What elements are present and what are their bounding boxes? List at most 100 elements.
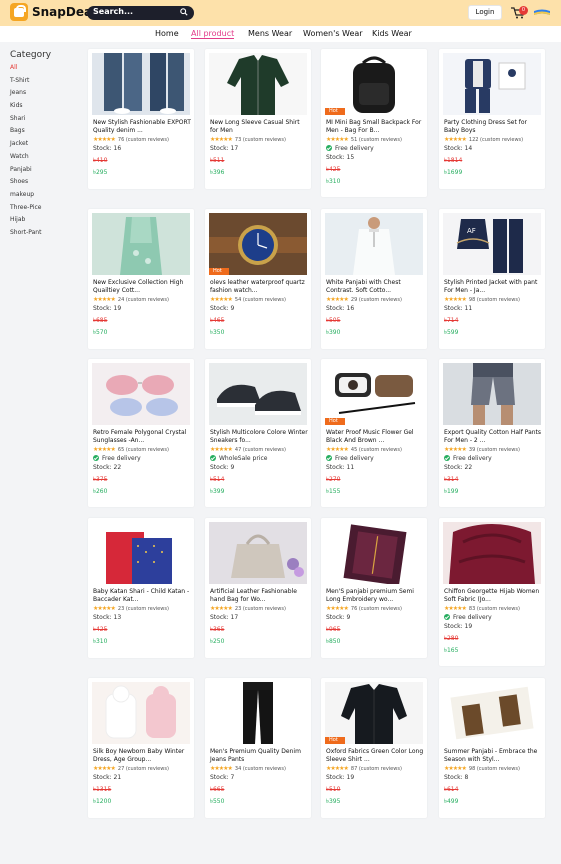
category-item[interactable]: Hijab <box>10 214 80 227</box>
search-icon[interactable] <box>180 8 188 16</box>
product-title[interactable]: New Long Sleeve Casual Shirt for Men <box>210 119 308 135</box>
product-image[interactable]: AF <box>443 213 541 275</box>
product-card[interactable]: Stylish Multicolore Colore Winter Sneake… <box>205 359 311 507</box>
product-image[interactable] <box>209 682 307 744</box>
product-card[interactable]: Men'S panjabi premium Semi Long Embroide… <box>321 518 427 658</box>
product-image[interactable] <box>443 682 541 744</box>
product-title[interactable]: MI Mini Bag Small Backpack For Men - Bag… <box>326 119 424 135</box>
product-title[interactable]: White Panjabi with Chest Contrast. Soft … <box>326 279 424 295</box>
product-card[interactable]: Hot Oxford Fabrics Green Color Long Sleev… <box>321 678 427 818</box>
product-image[interactable] <box>325 522 423 584</box>
category-item[interactable]: Watch <box>10 151 80 164</box>
product-title[interactable]: Men's Premium Quality Denim Jeans Pants <box>210 748 308 764</box>
category-item[interactable]: Kids <box>10 100 80 113</box>
product-image[interactable] <box>92 363 190 425</box>
product-image[interactable] <box>92 213 190 275</box>
product-card[interactable]: Silk Boy Newborn Baby Winter Dress, Age … <box>88 678 194 818</box>
product-title[interactable]: Summer Panjabi - Embrace the Season with… <box>444 748 542 764</box>
product-card[interactable]: Hot Water Proof Music Flower Gel Black An… <box>321 359 427 507</box>
category-item[interactable]: Bags <box>10 125 80 138</box>
original-price: ৳510 <box>326 786 341 793</box>
product-title[interactable]: Silk Boy Newborn Baby Winter Dress, Age … <box>93 748 191 764</box>
product-title[interactable]: Water Proof Music Flower Gel Black And B… <box>326 429 424 445</box>
product-image[interactable] <box>443 522 541 584</box>
product-card[interactable]: New Exclusive Collection High Quailtiey … <box>88 209 194 349</box>
review-count: 51 (custom reviews) <box>350 137 402 143</box>
product-image[interactable] <box>92 522 190 584</box>
product-title[interactable]: Export Quality Cotton Half Pants For Men… <box>444 429 542 445</box>
product-card[interactable]: Retro Female Polygonal Crystal Sunglasse… <box>88 359 194 507</box>
nav-home[interactable]: Home <box>155 29 179 38</box>
category-item[interactable]: Shari <box>10 113 80 126</box>
category-item[interactable]: All <box>10 62 80 75</box>
rating-row: ★★★★★ 47 (custom reviews) <box>210 446 310 454</box>
product-card[interactable]: Hot MI Mini Bag Small Backpack For Men - … <box>321 49 427 197</box>
rating-row: ★★★★★ 39 (custom reviews) <box>444 446 544 454</box>
original-price: ৳514 <box>210 476 225 483</box>
product-title[interactable]: New Stylish Fashionable EXPORT Quality d… <box>93 119 191 135</box>
product-image[interactable]: Hot <box>209 213 307 275</box>
original-price: ৳1315 <box>93 786 112 793</box>
product-image[interactable]: Hot <box>325 53 423 115</box>
category-item[interactable]: Jacket <box>10 138 80 151</box>
product-card[interactable]: New Stylish Fashionable EXPORT Quality d… <box>88 49 194 189</box>
category-item[interactable]: Panjabi <box>10 164 80 177</box>
product-image[interactable] <box>209 522 307 584</box>
category-item[interactable]: makeup <box>10 189 80 202</box>
sale-price: ৳1699 <box>444 169 463 176</box>
product-image[interactable] <box>443 363 541 425</box>
search-input[interactable]: Search... <box>93 7 133 16</box>
product-title[interactable]: olevs leather waterproof quartz fashion … <box>210 279 308 295</box>
product-card[interactable]: Artificial Leather Fashionable hand Bag … <box>205 518 311 658</box>
nav-all-product[interactable]: All product <box>191 29 235 39</box>
language-flag-icon[interactable] <box>534 9 550 17</box>
product-title[interactable]: Artificial Leather Fashionable hand Bag … <box>210 588 308 604</box>
login-button[interactable]: Login <box>468 5 502 20</box>
review-count: 34 (custom reviews) <box>234 766 286 772</box>
product-card[interactable]: Chiffon Georgette Hijab Women Soft Fabri… <box>439 518 545 666</box>
product-card[interactable]: Party Clothing Dress Set for Baby Boys ★★… <box>439 49 545 189</box>
product-title[interactable]: Stylish Printed Jacket with pant For Men… <box>444 279 542 295</box>
product-card[interactable]: Baby Katan Shari - Child Katan - Baccade… <box>88 518 194 658</box>
product-image[interactable]: Hot <box>325 363 423 425</box>
product-card[interactable]: Hot olevs leather waterproof quartz fashi… <box>205 209 311 349</box>
category-item[interactable]: Jeans <box>10 87 80 100</box>
product-image[interactable] <box>92 682 190 744</box>
review-count: 122 (custom reviews) <box>468 137 524 143</box>
category-item[interactable]: Shoes <box>10 176 80 189</box>
product-image[interactable] <box>325 213 423 275</box>
search-bar[interactable]: Search... <box>87 6 194 20</box>
product-title[interactable]: New Exclusive Collection High Quailtiey … <box>93 279 191 295</box>
product-title[interactable]: Retro Female Polygonal Crystal Sunglasse… <box>93 429 191 445</box>
nav-mens-wear[interactable]: Mens Wear <box>248 29 292 38</box>
product-title[interactable]: Party Clothing Dress Set for Baby Boys <box>444 119 542 135</box>
star-rating-icon: ★★★★★ <box>93 605 116 612</box>
product-image[interactable] <box>209 363 307 425</box>
category-item[interactable]: T-Shirt <box>10 75 80 88</box>
product-title[interactable]: Oxford Fabrics Green Color Long Sleeve S… <box>326 748 424 764</box>
product-card[interactable]: Men's Premium Quality Denim Jeans Pants ★… <box>205 678 311 818</box>
nav-kids-wear[interactable]: Kids Wear <box>372 29 412 38</box>
product-card[interactable]: Export Quality Cotton Half Pants For Men… <box>439 359 545 507</box>
product-image[interactable]: Hot <box>325 682 423 744</box>
product-title[interactable]: Stylish Multicolore Colore Winter Sneake… <box>210 429 308 445</box>
product-card[interactable]: AF Stylish Printed Jacket with pant For M… <box>439 209 545 349</box>
product-card[interactable]: Summer Panjabi - Embrace the Season with… <box>439 678 545 818</box>
shopping-bag-logo-icon[interactable] <box>10 3 28 21</box>
product-title[interactable]: Men'S panjabi premium Semi Long Embroide… <box>326 588 424 604</box>
original-price: ৳665 <box>210 786 225 793</box>
category-item[interactable]: Three-Pice <box>10 202 80 215</box>
nav-womens-wear[interactable]: Women's Wear <box>303 29 363 38</box>
check-circle-icon <box>326 145 332 151</box>
review-count: 87 (custom reviews) <box>350 766 402 772</box>
product-card[interactable]: White Panjabi with Chest Contrast. Soft … <box>321 209 427 349</box>
product-image[interactable] <box>92 53 190 115</box>
product-title[interactable]: Chiffon Georgette Hijab Women Soft Fabri… <box>444 588 542 604</box>
delivery-info: Free delivery <box>444 614 544 622</box>
product-image[interactable] <box>443 53 541 115</box>
delivery-label: Free delivery <box>335 455 374 462</box>
product-image[interactable] <box>209 53 307 115</box>
category-item[interactable]: Short-Pant <box>10 227 80 240</box>
product-title[interactable]: Baby Katan Shari - Child Katan - Baccade… <box>93 588 191 604</box>
product-card[interactable]: New Long Sleeve Casual Shirt for Men ★★★★… <box>205 49 311 189</box>
